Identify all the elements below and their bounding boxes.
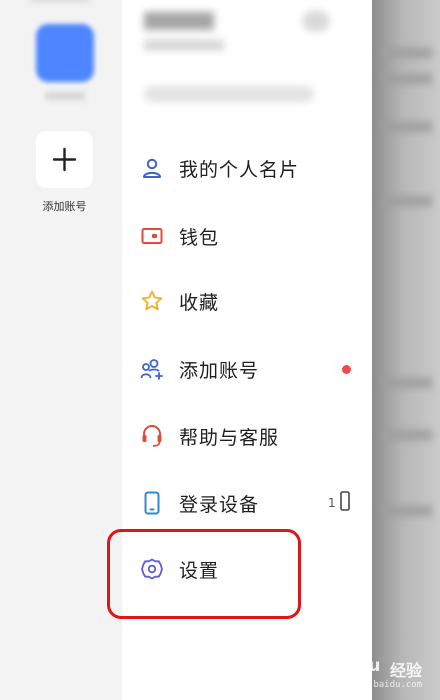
blurred-rail-text [30,0,90,2]
blurred-user-name [144,12,214,30]
notification-dot [342,364,351,374]
blurred-strip [382,196,432,206]
star-icon [140,289,164,313]
blurred-strip [382,430,432,440]
menu-label: 添加账号 [179,359,260,382]
menu-item-favorites[interactable]: 收藏 [122,276,372,326]
blurred-qr-button[interactable] [302,10,330,32]
menu-item-wallet[interactable]: 钱包 [122,211,372,261]
wallet-icon [140,224,164,248]
headset-icon [140,424,164,448]
blurred-strip [382,74,432,84]
blurred-user-id [144,40,224,50]
account-rail: 添加账号 [0,0,122,700]
blurred-strip [382,48,432,58]
profile-header [122,0,372,128]
device-count: 1 [328,496,336,510]
menu-label: 登录设备 [179,493,260,516]
menu-label: 钱包 [179,226,220,249]
add-account-caption: 添加账号 [42,200,87,213]
blurred-strip [382,378,432,388]
add-person-icon [140,357,164,381]
settings-highlight-box [107,529,301,619]
baidu-watermark: Baidu 经验 jingyan.baidu.com [326,656,436,696]
add-account-tile[interactable] [36,131,93,188]
menu-label: 帮助与客服 [179,426,280,449]
menu-label: 我的个人名片 [179,158,300,181]
blurred-account-name [45,92,85,100]
watermark-brand-suffix: 经验 [390,661,423,680]
blurred-strip [382,122,432,132]
menu-item-add-account[interactable]: 添加账号 [122,344,372,394]
menu-item-help-service[interactable]: 帮助与客服 [122,411,372,461]
person-icon [140,156,164,180]
menu-label: 收藏 [179,291,220,314]
phone-icon [140,491,164,515]
blurred-status-bar[interactable] [144,86,314,102]
watermark-url: jingyan.baidu.com [330,680,423,690]
menu-item-business-card[interactable]: 我的个人名片 [122,143,372,193]
account-avatar[interactable] [36,24,94,82]
plus-icon [52,147,77,172]
menu-item-login-devices[interactable]: 登录设备 1 [122,478,372,528]
blurred-strip [382,506,432,516]
device-mini-icon [340,491,350,515]
watermark-brand: Baidu [326,656,381,676]
background-page-overlay[interactable] [372,0,440,700]
